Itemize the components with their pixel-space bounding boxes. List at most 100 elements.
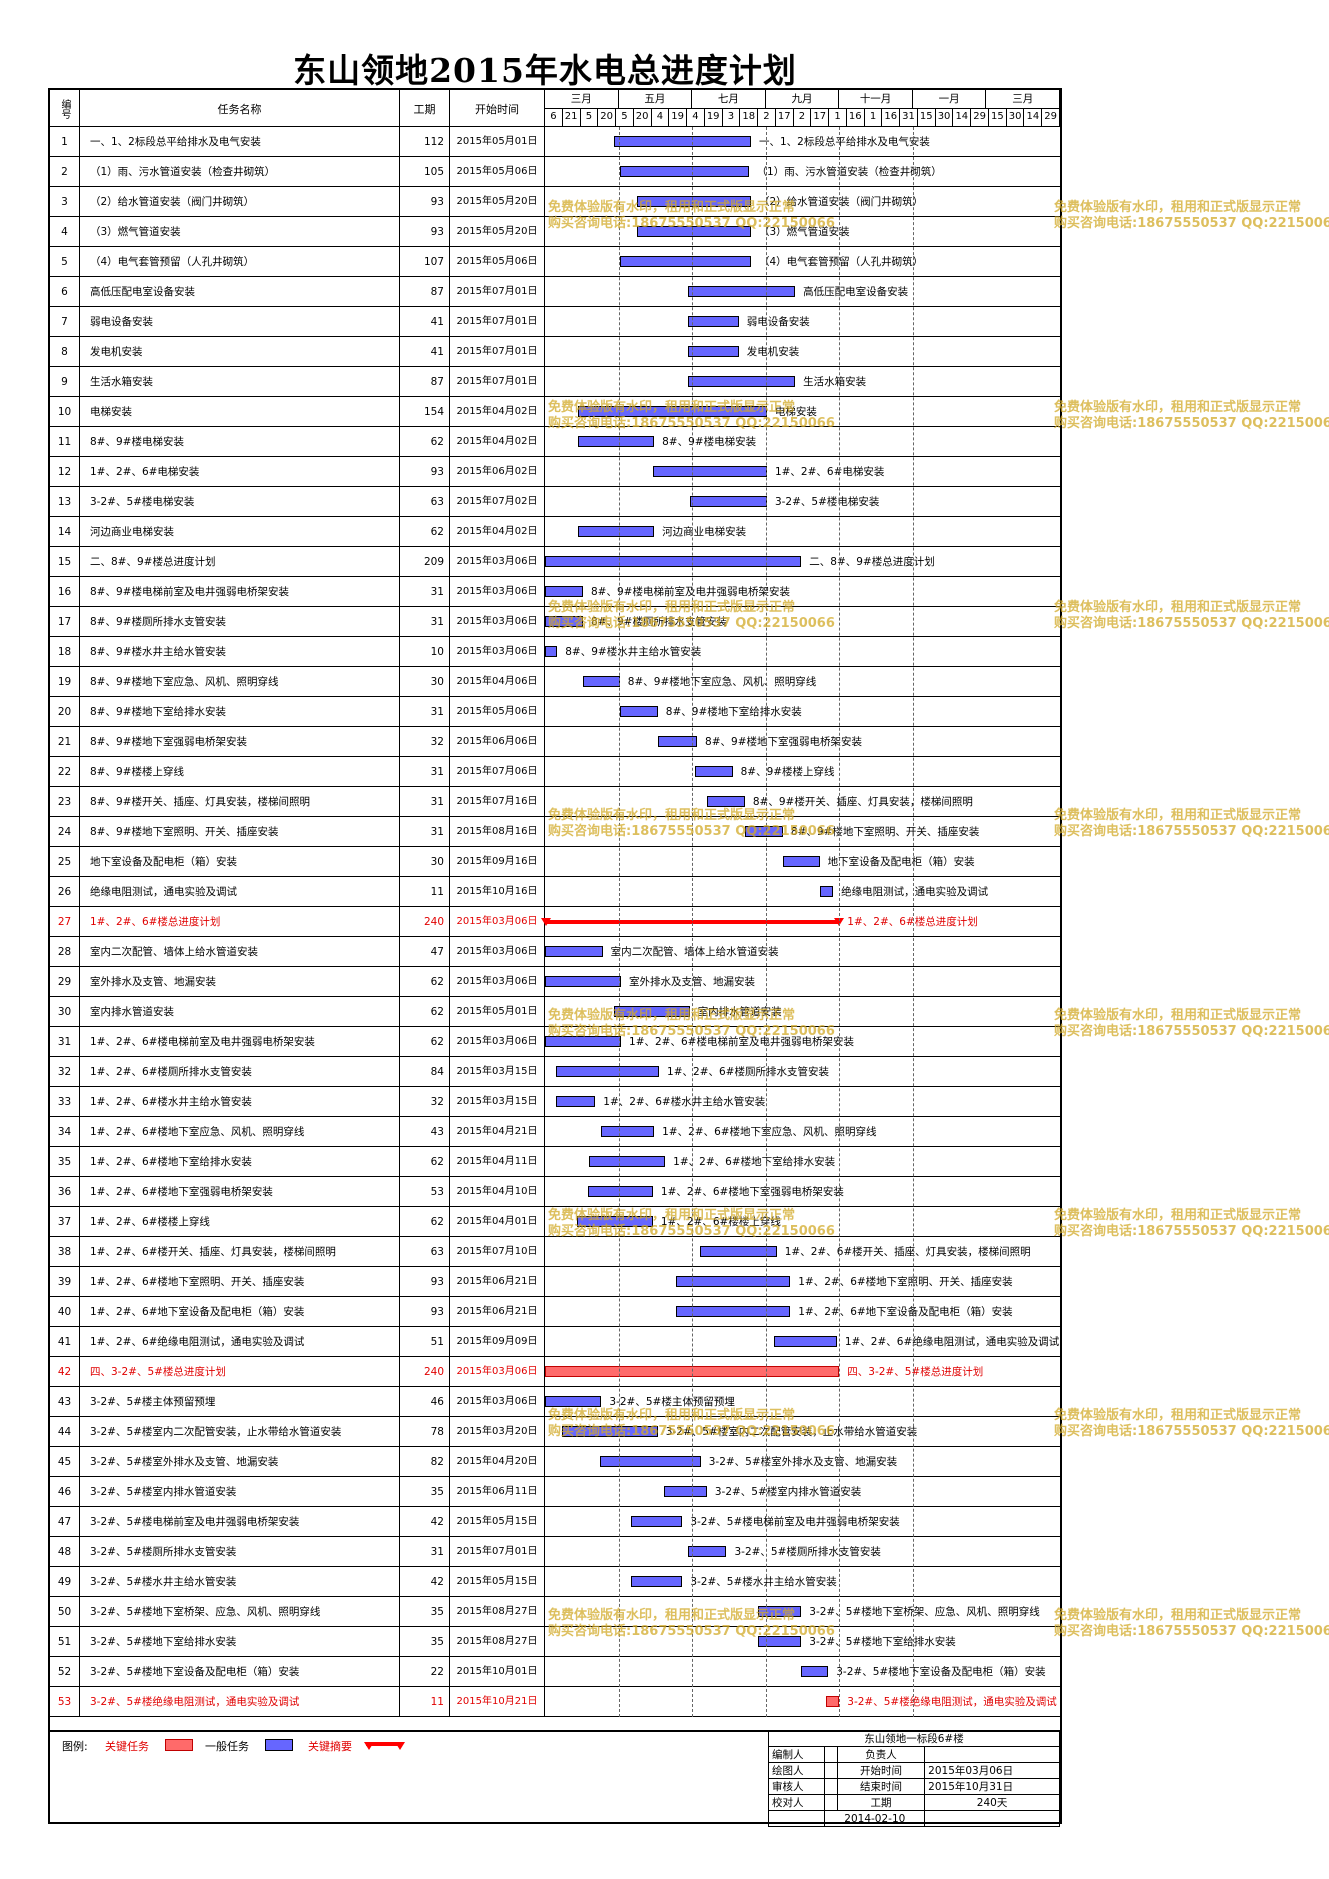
task-row[interactable]: 25 地下室设备及配电柜（箱）安装 30 2015年09月16日 地下室设备及配电柜（箱…: [50, 847, 1060, 877]
critical-task-bar[interactable]: [545, 1366, 840, 1377]
task-bar[interactable]: [578, 436, 655, 447]
task-row[interactable]: 8 发电机安装 41 2015年07月01日 发电机安装: [50, 337, 1060, 367]
task-row[interactable]: 47 3-2#、5#楼电梯前室及电井强弱电桥架安装 42 2015年05月15日 3-2…: [50, 1507, 1060, 1537]
task-bar[interactable]: [587, 1186, 653, 1197]
task-row[interactable]: 24 8#、9#楼地下室照明、开关、插座安装 31 2015年08月16日 8#、9#楼…: [50, 817, 1060, 847]
task-bar[interactable]: [782, 856, 820, 867]
task-bar[interactable]: [636, 196, 751, 207]
task-row[interactable]: 4 （3）燃气管道安装 93 2015年05月20日 （3）燃气管道安装: [50, 217, 1060, 247]
task-bar[interactable]: [583, 676, 620, 687]
task-bar[interactable]: [545, 586, 583, 597]
task-row[interactable]: 26 绝缘电阻测试，通电实验及调试 11 2015年10月16日 绝缘电阻测试，通电实验…: [50, 877, 1060, 907]
task-row[interactable]: 6 高低压配电室设备安装 87 2015年07月01日 高低压配电室设备安装: [50, 277, 1060, 307]
task-bar[interactable]: [819, 886, 834, 897]
task-bar[interactable]: [663, 1486, 707, 1497]
task-row[interactable]: 41 1#、2#、6#绝缘电阻测试，通电实验及调试 51 2015年09月09日 1#、…: [50, 1327, 1060, 1357]
task-bar[interactable]: [630, 1576, 683, 1587]
task-row[interactable]: 43 3-2#、5#楼主体预留预埋 46 2015年03月06日 3-2#、5#楼主体预…: [50, 1387, 1060, 1417]
task-bar[interactable]: [630, 1516, 683, 1527]
task-row[interactable]: 50 3-2#、5#楼地下室桥架、应急、风机、照明穿线 35 2015年08月27日 3…: [50, 1597, 1060, 1627]
task-row[interactable]: 30 室内排水管道安装 62 2015年05月01日 室内排水管道安装: [50, 997, 1060, 1027]
task-row[interactable]: 45 3-2#、5#楼室外排水及支管、地漏安装 82 2015年04月20日 3-2#、…: [50, 1447, 1060, 1477]
task-bar[interactable]: [613, 136, 751, 147]
task-bar[interactable]: [758, 1606, 802, 1617]
task-row[interactable]: 19 8#、9#楼地下室应急、风机、照明穿线 30 2015年04月06日 8#、9#楼…: [50, 667, 1060, 697]
task-bar[interactable]: [613, 1006, 690, 1017]
task-bar[interactable]: [619, 256, 751, 267]
task-bar[interactable]: [578, 406, 767, 417]
task-bar[interactable]: [545, 556, 802, 567]
task-bar[interactable]: [774, 1336, 837, 1347]
task-bar[interactable]: [556, 1066, 660, 1077]
task-row[interactable]: 53 3-2#、5#楼绝缘电阻测试，通电实验及调试 11 2015年10月21日 3-2…: [50, 1687, 1060, 1717]
task-row[interactable]: 3 （2）给水管道安装（阀门井砌筑） 93 2015年05月20日 （2）给水管道安装（…: [50, 187, 1060, 217]
task-row[interactable]: 32 1#、2#、6#楼厕所排水支管安装 84 2015年03月15日 1#、2#、6#…: [50, 1057, 1060, 1087]
task-row[interactable]: 2 （1）雨、污水管道安装（检查井砌筑） 105 2015年05月06日 （1）雨、污水…: [50, 157, 1060, 187]
task-bar[interactable]: [545, 646, 558, 657]
task-bar[interactable]: [688, 376, 796, 387]
task-bar[interactable]: [801, 1666, 829, 1677]
task-row[interactable]: 52 3-2#、5#楼地下室设备及配电柜（箱）安装 22 2015年10月01日 3-2…: [50, 1657, 1060, 1687]
critical-task-bar[interactable]: [825, 1696, 840, 1707]
task-row[interactable]: 49 3-2#、5#楼水井主给水管安装 42 2015年05月15日 3-2#、5#楼水…: [50, 1567, 1060, 1597]
task-row[interactable]: 11 8#、9#楼电梯安装 62 2015年04月02日 8#、9#楼电梯安装: [50, 427, 1060, 457]
task-bar[interactable]: [578, 526, 655, 537]
task-row[interactable]: 15 二、8#、9#楼总进度计划 209 2015年03月06日 二、8#、9#楼总进度…: [50, 547, 1060, 577]
task-bar[interactable]: [636, 226, 751, 237]
task-bar[interactable]: [688, 1546, 727, 1557]
task-bar[interactable]: [652, 466, 767, 477]
task-bar[interactable]: [694, 766, 733, 777]
task-row[interactable]: 33 1#、2#、6#楼水井主给水管安装 32 2015年03月15日 1#、2#、6#…: [50, 1087, 1060, 1117]
task-row[interactable]: 31 1#、2#、6#楼电梯前室及电井强弱电桥架安装 62 2015年03月06日 1#…: [50, 1027, 1060, 1057]
task-bar[interactable]: [744, 826, 783, 837]
task-bar[interactable]: [699, 1246, 777, 1257]
task-row[interactable]: 17 8#、9#楼厕所排水支管安装 31 2015年03月06日 8#、9#楼厕所排水支…: [50, 607, 1060, 637]
task-row[interactable]: 44 3-2#、5#楼室内二次配管安装，止水带给水管道安装 78 2015年03月20…: [50, 1417, 1060, 1447]
task-bar[interactable]: [545, 616, 583, 627]
task-row[interactable]: 7 弱电设备安装 41 2015年07月01日 弱电设备安装: [50, 307, 1060, 337]
task-row[interactable]: 13 3-2#、5#楼电梯安装 63 2015年07月02日 3-2#、5#楼电梯安装: [50, 487, 1060, 517]
task-row[interactable]: 35 1#、2#、6#楼地下室给排水安装 62 2015年04月11日 1#、2#、6#…: [50, 1147, 1060, 1177]
task-row[interactable]: 40 1#、2#、6#地下室设备及配电柜（箱）安装 93 2015年06月21日 1#、…: [50, 1297, 1060, 1327]
task-bar[interactable]: [706, 796, 745, 807]
task-bar[interactable]: [689, 496, 767, 507]
task-bar[interactable]: [619, 166, 749, 177]
task-bar[interactable]: [545, 1036, 622, 1047]
task-bar[interactable]: [676, 1276, 791, 1287]
task-row[interactable]: 10 电梯安装 154 2015年04月02日 电梯安装: [50, 397, 1060, 427]
task-bar[interactable]: [589, 1156, 666, 1167]
task-row[interactable]: 37 1#、2#、6#楼楼上穿线 62 2015年04月01日 1#、2#、6#楼楼上穿…: [50, 1207, 1060, 1237]
summary-bar[interactable]: [545, 920, 840, 924]
task-row[interactable]: 5 （4）电气套管预留（人孔井砌筑） 107 2015年05月06日 （4）电气套管预留…: [50, 247, 1060, 277]
task-bar[interactable]: [576, 1216, 653, 1227]
task-bar[interactable]: [688, 346, 739, 357]
task-row[interactable]: 18 8#、9#楼水井主给水管安装 10 2015年03月06日 8#、9#楼水井主给水…: [50, 637, 1060, 667]
task-row[interactable]: 23 8#、9#楼开关、插座、灯具安装，楼梯间照明 31 2015年07月16日 8#、…: [50, 787, 1060, 817]
task-row[interactable]: 39 1#、2#、6#楼地下室照明、开关、插座安装 93 2015年06月21日 1#、…: [50, 1267, 1060, 1297]
task-row[interactable]: 46 3-2#、5#楼室内排水管道安装 35 2015年06月11日 3-2#、5#楼室…: [50, 1477, 1060, 1507]
task-row[interactable]: 22 8#、9#楼楼上穿线 31 2015年07月06日 8#、9#楼楼上穿线: [50, 757, 1060, 787]
task-bar[interactable]: [545, 946, 603, 957]
task-bar[interactable]: [657, 736, 698, 747]
task-row[interactable]: 20 8#、9#楼地下室给排水安装 31 2015年05月06日 8#、9#楼地下室给排…: [50, 697, 1060, 727]
task-bar[interactable]: [758, 1636, 802, 1647]
task-row[interactable]: 34 1#、2#、6#楼地下室应急、风机、照明穿线 43 2015年04月21日 1#、…: [50, 1117, 1060, 1147]
task-row[interactable]: 29 室外排水及支管、地漏安装 62 2015年03月06日 室外排水及支管、地漏安装: [50, 967, 1060, 997]
task-row[interactable]: 16 8#、9#楼电梯前室及电井强弱电桥架安装 31 2015年03月06日 8#、9#…: [50, 577, 1060, 607]
task-row[interactable]: 36 1#、2#、6#楼地下室强弱电桥架安装 53 2015年04月10日 1#、2#、…: [50, 1177, 1060, 1207]
task-bar[interactable]: [688, 286, 796, 297]
task-row[interactable]: 48 3-2#、5#楼厕所排水支管安装 31 2015年07月01日 3-2#、5#楼厕…: [50, 1537, 1060, 1567]
task-bar[interactable]: [556, 1096, 596, 1107]
task-row[interactable]: 27 1#、2#、6#楼总进度计划 240 2015年03月06日 1#、2#、6#楼总…: [50, 907, 1060, 937]
task-row[interactable]: 42 四、3-2#、5#楼总进度计划 240 2015年03月06日 四、3-2#、5#…: [50, 1357, 1060, 1387]
task-row[interactable]: 21 8#、9#楼地下室强弱电桥架安装 32 2015年06月06日 8#、9#楼地下室…: [50, 727, 1060, 757]
task-bar[interactable]: [600, 1456, 701, 1467]
task-bar[interactable]: [545, 976, 622, 987]
task-bar[interactable]: [601, 1126, 655, 1137]
task-row[interactable]: 51 3-2#、5#楼地下室给排水安装 35 2015年08月27日 3-2#、5#楼地…: [50, 1627, 1060, 1657]
task-row[interactable]: 12 1#、2#、6#电梯安装 93 2015年06月02日 1#、2#、6#电梯安装: [50, 457, 1060, 487]
task-row[interactable]: 9 生活水箱安装 87 2015年07月01日 生活水箱安装: [50, 367, 1060, 397]
task-row[interactable]: 28 室内二次配管、墙体上给水管道安装 47 2015年03月06日 室内二次配管、墙体…: [50, 937, 1060, 967]
task-bar[interactable]: [676, 1306, 791, 1317]
task-bar[interactable]: [688, 316, 739, 327]
